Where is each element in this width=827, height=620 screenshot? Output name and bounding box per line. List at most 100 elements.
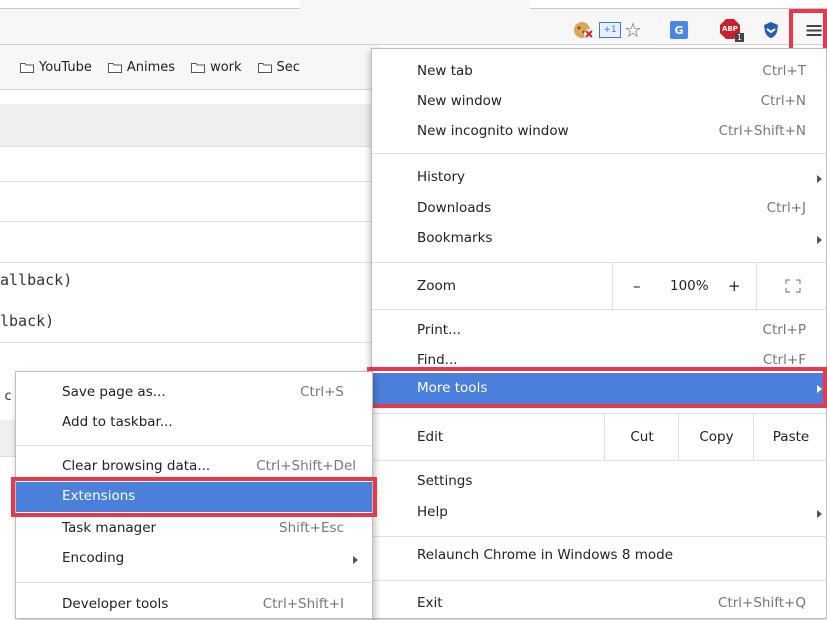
omnibox-edge (0, 0, 300, 9)
folder-icon (20, 62, 34, 73)
menu-item-new-window[interactable]: New window Ctrl+N (372, 87, 827, 117)
menu-item-new-incognito-window[interactable]: New incognito window Ctrl+Shift+N (372, 117, 827, 147)
submenu-item-developer-tools[interactable]: Developer tools Ctrl+Shift+I (16, 590, 372, 620)
page-header-band (0, 104, 380, 147)
paste-label: Paste (772, 429, 810, 445)
folder-icon (107, 62, 122, 73)
submenu-item-add-to-taskbar[interactable]: Add to taskbar... (16, 408, 372, 438)
menu-item-more-tools[interactable]: More tools (372, 373, 827, 405)
menu-item-relaunch-windows8[interactable]: Relaunch Chrome in Windows 8 mode (372, 541, 827, 571)
menu-label: Settings (417, 473, 473, 489)
cut-label: Cut (630, 429, 654, 445)
menu-row-zoom: Zoom – 100% + (372, 263, 827, 309)
adblock-count: 1 (734, 33, 744, 42)
submenu-arrow-icon (817, 510, 822, 518)
bookmark-sec[interactable]: Sec (257, 59, 300, 75)
chrome-menu-icon[interactable]: ≡ (803, 16, 825, 44)
bookmark-label: YouTube (39, 59, 92, 75)
menu-label: Find... (417, 352, 458, 368)
folder-icon (257, 62, 272, 73)
menu-label: Developer tools (62, 596, 169, 612)
page-divider (0, 221, 372, 222)
page-divider (0, 342, 372, 343)
menu-label: Help (417, 504, 448, 520)
menu-item-bookmarks[interactable]: Bookmarks (372, 224, 827, 254)
menu-item-new-tab[interactable]: New tab Ctrl+T (372, 57, 827, 87)
menu-label: Extensions (62, 488, 136, 504)
cookie-extension-icon[interactable] (572, 20, 596, 40)
menu-item-downloads[interactable]: Downloads Ctrl+J (372, 194, 827, 224)
menu-item-history[interactable]: History (372, 163, 827, 193)
menu-separator (372, 460, 827, 461)
copy-label: Copy (699, 429, 734, 445)
menu-shortcut: Ctrl+Shift+N (718, 123, 806, 139)
menu-item-print[interactable]: Print... Ctrl+P (372, 316, 827, 346)
submenu-item-extensions[interactable]: Extensions (16, 482, 372, 512)
submenu-item-clear-browsing-data[interactable]: Clear browsing data... Ctrl+Shift+Del (16, 452, 372, 482)
bookmark-label: Sec (276, 59, 300, 75)
menu-shortcut: Ctrl+P (762, 322, 806, 338)
menu-label: Exit (417, 595, 443, 611)
bookmark-animes[interactable]: Animes (107, 60, 175, 75)
folder-icon (191, 62, 206, 73)
copy-button[interactable]: Copy (678, 414, 754, 460)
menu-item-help[interactable]: Help (372, 498, 827, 528)
menu-label: Zoom (417, 278, 456, 294)
menu-shortcut: Ctrl+Shift+I (262, 596, 344, 612)
zoom-in-button[interactable]: + (728, 277, 741, 295)
shield-extension-icon[interactable] (759, 20, 783, 40)
menu-label: Edit (417, 429, 444, 445)
google-translate-icon[interactable]: G (668, 20, 690, 40)
page-divider (0, 181, 372, 182)
chrome-main-menu: New tab Ctrl+T New window Ctrl+N New inc… (371, 48, 827, 619)
menu-label: Bookmarks (417, 230, 493, 246)
menu-shortcut: Ctrl+Shift+Q (718, 595, 806, 611)
bookmark-star-icon[interactable]: ☆ (622, 18, 644, 42)
submenu-arrow-icon (817, 236, 822, 244)
menu-shortcut: Ctrl+S (300, 384, 344, 400)
menu-label: New window (417, 93, 502, 109)
fullscreen-button[interactable] (756, 263, 827, 309)
bookmark-youtube[interactable]: YouTube (20, 60, 92, 75)
page-divider (0, 262, 372, 263)
menu-shortcut: Ctrl+N (760, 93, 806, 109)
menu-label: Downloads (417, 200, 492, 216)
menu-item-find[interactable]: Find... Ctrl+F (372, 346, 827, 372)
paste-button[interactable]: Paste (753, 414, 827, 460)
bookmark-work[interactable]: work (191, 59, 242, 75)
menu-item-settings[interactable]: Settings (372, 467, 827, 497)
menu-label: More tools (417, 380, 488, 396)
menu-label: Save page as... (62, 384, 166, 400)
adblock-plus-icon[interactable]: ABP 1 (718, 19, 744, 42)
menu-shortcut: Ctrl+Shift+Del (256, 458, 356, 474)
bookmark-label: work (210, 59, 242, 75)
menu-label: Task manager (62, 520, 157, 536)
menu-separator (16, 445, 372, 446)
menu-item-exit[interactable]: Exit Ctrl+Shift+Q (372, 589, 827, 619)
submenu-item-save-page-as[interactable]: Save page as... Ctrl+S (16, 378, 372, 408)
menu-row-edit: Edit Cut Copy Paste (372, 414, 827, 460)
menu-separator (372, 309, 827, 310)
zoom-level: 100% (670, 278, 709, 294)
code-line: allback) (0, 271, 73, 289)
menu-label: Print... (417, 322, 461, 338)
menu-label: New tab (417, 63, 473, 79)
menu-separator (372, 580, 827, 581)
menu-label: History (417, 169, 466, 185)
zoom-out-button[interactable]: – (633, 277, 641, 295)
menu-shortcut: Shift+Esc (279, 520, 344, 536)
zoom-controls: – 100% + (612, 263, 757, 309)
submenu-item-encoding[interactable]: Encoding (16, 544, 372, 574)
submenu-arrow-icon (353, 556, 358, 564)
menu-shortcut: Ctrl+J (766, 200, 806, 216)
share-plus-one-icon[interactable]: +1 (598, 20, 622, 40)
menu-label: Encoding (62, 550, 125, 566)
omnibox-edge-right (530, 0, 827, 9)
code-line: lback) (0, 312, 55, 330)
more-tools-submenu: Save page as... Ctrl+S Add to taskbar...… (15, 371, 373, 619)
menu-separator (372, 153, 827, 154)
cut-button[interactable]: Cut (604, 414, 679, 460)
translate-glyph: G (670, 21, 688, 39)
menu-separator (372, 536, 827, 537)
submenu-item-task-manager[interactable]: Task manager Shift+Esc (16, 514, 372, 544)
